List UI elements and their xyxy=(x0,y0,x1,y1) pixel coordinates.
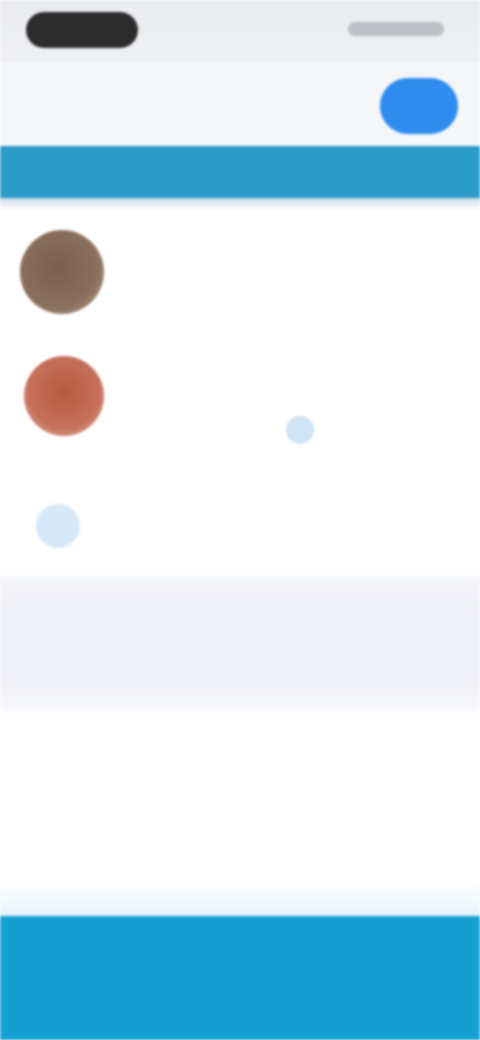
tab-bar xyxy=(0,146,480,198)
list-item[interactable] xyxy=(0,224,480,324)
bottom-action-button[interactable] xyxy=(0,916,480,1040)
header xyxy=(0,62,480,146)
summary-band xyxy=(0,576,480,712)
tab-bar-shadow xyxy=(0,198,480,210)
avatar xyxy=(20,230,104,314)
add-icon xyxy=(36,504,80,548)
list-item[interactable] xyxy=(0,350,480,460)
status-time-pill xyxy=(26,12,138,48)
action-icon[interactable] xyxy=(286,416,314,444)
avatar xyxy=(24,356,104,436)
bottom-fade xyxy=(0,880,480,920)
add-row[interactable] xyxy=(0,496,480,556)
list-item-actions xyxy=(118,416,468,444)
header-action-button[interactable] xyxy=(380,78,458,134)
status-icons xyxy=(348,22,444,36)
status-bar xyxy=(0,0,480,62)
